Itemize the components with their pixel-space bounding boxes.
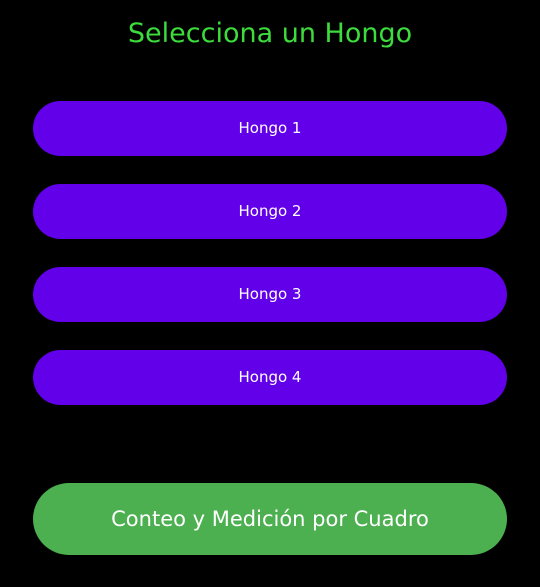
mushroom-3-button[interactable]: Hongo 3	[33, 267, 507, 322]
mushroom-select-screen: Selecciona un Hongo Hongo 1 Hongo 2 Hong…	[0, 0, 540, 587]
mushroom-4-button[interactable]: Hongo 4	[33, 350, 507, 405]
page-title: Selecciona un Hongo	[127, 18, 413, 49]
mushroom-2-button[interactable]: Hongo 2	[33, 184, 507, 239]
count-and-measure-button[interactable]: Conteo y Medición por Cuadro	[33, 483, 507, 555]
mushroom-1-button[interactable]: Hongo 1	[33, 101, 507, 156]
